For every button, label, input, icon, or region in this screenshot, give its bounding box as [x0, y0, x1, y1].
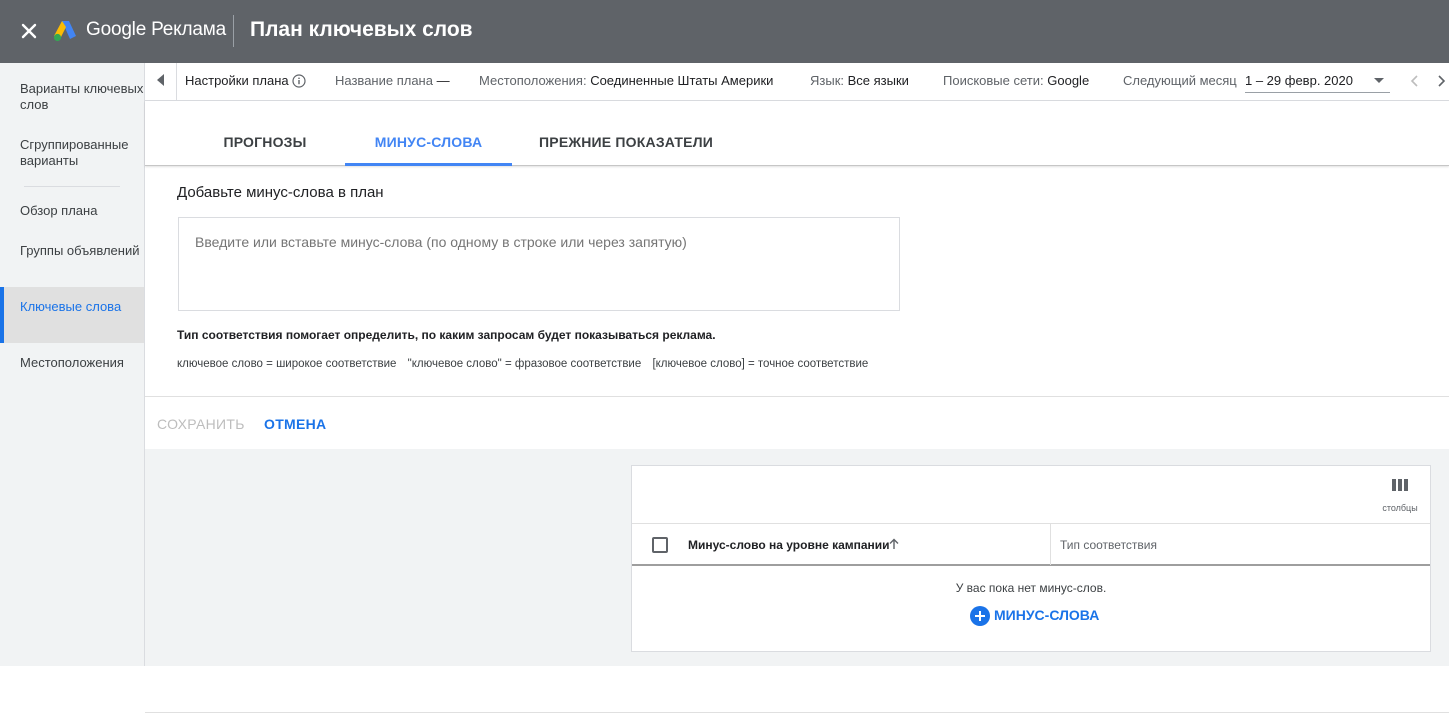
date-range-value: 1 – 29 февр. 2020 [1245, 73, 1353, 88]
table-header: Минус-слово на уровне кампании Тип соотв… [632, 523, 1430, 566]
networks-value: Google [1047, 73, 1090, 88]
locations-label: Местоположения: [479, 73, 587, 88]
columns-label: столбцы [1382, 503, 1418, 513]
broad-match-example: ключевое слово = широкое соответствие [177, 358, 397, 370]
tab-bar: ПРОГНОЗЫ МИНУС-СЛОВА ПРЕЖНИЕ ПОКАЗАТЕЛИ [145, 101, 1449, 166]
select-all-checkbox[interactable] [652, 537, 668, 553]
info-icon[interactable] [292, 74, 306, 91]
brand-name: Google Реклама [86, 19, 226, 40]
form-actions: СОХРАНИТЬ ОТМЕНА [145, 396, 1449, 449]
app-header: Google Реклама План ключевых слов [0, 0, 1449, 63]
tab-forecasts[interactable]: ПРОГНОЗЫ [195, 101, 335, 166]
networks-setting[interactable]: Поисковые сети: Google [943, 73, 1089, 88]
locations-value: Соединенные Штаты Америки [590, 73, 774, 88]
sidebar-item-grouped-ideas[interactable]: Сгруппированные варианты [0, 137, 144, 177]
match-type-examples: ключевое слово = широкое соответствие "к… [177, 358, 876, 370]
arrow-up-icon[interactable] [887, 537, 901, 551]
phrase-match-example: "ключевое слово" = фразовое соответствие [407, 358, 642, 370]
chevron-left-icon[interactable] [1407, 73, 1423, 89]
sidebar-item-keyword-ideas[interactable]: Варианты ключевых слов [0, 81, 144, 121]
sidebar-item-ad-groups[interactable]: Группы объявлений [0, 243, 144, 283]
networks-label: Поисковые сети: [943, 73, 1044, 88]
match-type-help: Тип соответствия помогает определить, по… [177, 328, 716, 342]
tab-historical-metrics[interactable]: ПРЕЖНИЕ ПОКАЗАТЕЛИ [525, 101, 727, 166]
column-header-negative-keyword[interactable]: Минус-слово на уровне кампании [688, 538, 890, 552]
plan-settings-label: Настройки плана [185, 73, 289, 88]
bottom-divider [145, 712, 1449, 713]
sidebar: Варианты ключевых слов Сгруппированные в… [0, 63, 145, 666]
negative-keywords-table: столбцы Минус-слово на уровне кампании Т… [631, 465, 1431, 652]
negative-keywords-input[interactable] [178, 217, 900, 311]
triangle-left-icon [157, 74, 164, 86]
save-button[interactable]: СОХРАНИТЬ [157, 416, 245, 432]
columns-button[interactable]: столбцы [1374, 478, 1426, 518]
column-header-match-type[interactable]: Тип соответствия [1060, 538, 1157, 552]
sidebar-item-locations[interactable]: Местоположения [0, 355, 144, 375]
header-divider [233, 15, 234, 47]
chevron-right-icon[interactable] [1433, 73, 1449, 89]
plan-settings-link[interactable]: Настройки плана [185, 73, 306, 91]
add-negatives-title: Добавьте минус-слова в план [177, 184, 384, 201]
sidebar-item-plan-overview[interactable]: Обзор плана [0, 203, 144, 223]
locations-setting[interactable]: Местоположения: Соединенные Штаты Америк… [479, 73, 773, 88]
plan-settings-bar: Настройки плана Название плана — Местопо… [145, 63, 1449, 101]
exact-match-example: [ключевое слово] = точное соответствие [652, 358, 869, 370]
cancel-button[interactable]: ОТМЕНА [264, 416, 326, 432]
plan-name-setting[interactable]: Название плана — [335, 73, 450, 88]
page-title: План ключевых слов [250, 18, 473, 41]
date-range-select[interactable]: 1 – 29 февр. 2020 [1245, 67, 1390, 93]
column-divider [1050, 524, 1051, 565]
close-icon[interactable] [16, 18, 42, 44]
sidebar-item-keywords[interactable]: Ключевые слова [0, 287, 144, 343]
chevron-down-icon [1374, 78, 1384, 83]
sidebar-divider [24, 186, 120, 187]
plan-name-label: Название плана [335, 73, 433, 88]
tab-negative-keywords[interactable]: МИНУС-СЛОВА [345, 101, 512, 166]
google-ads-logo-icon [52, 18, 78, 44]
collapse-sidebar-button[interactable] [145, 63, 177, 100]
language-setting[interactable]: Язык: Все языки [810, 73, 909, 88]
period-label: Следующий месяц [1123, 73, 1237, 88]
columns-icon [1392, 479, 1408, 491]
empty-state-message: У вас пока нет минус-слов. [955, 581, 1107, 595]
plan-name-value: — [436, 73, 450, 88]
language-label: Язык: [810, 73, 844, 88]
language-value: Все языки [847, 73, 909, 88]
add-negative-keywords-label: МИНУС-СЛОВА [994, 607, 1100, 623]
add-circle-icon [970, 606, 990, 626]
